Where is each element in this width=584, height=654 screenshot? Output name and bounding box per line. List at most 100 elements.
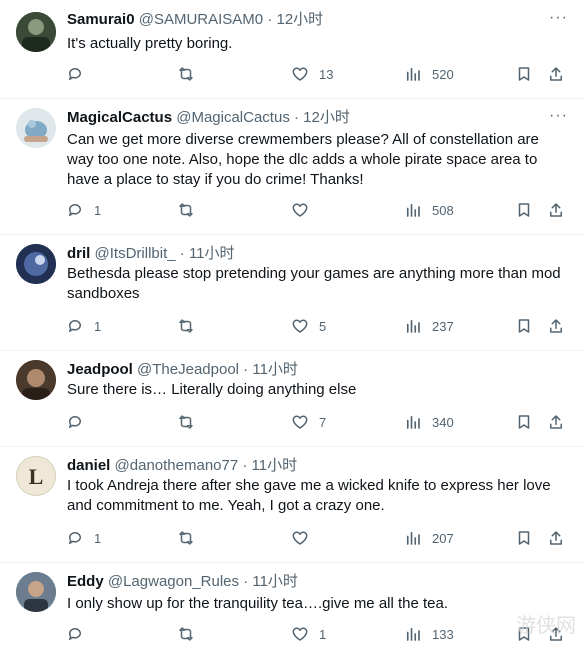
heart-icon <box>292 203 308 217</box>
tweet-text: Bethesda please stop pretending your gam… <box>67 265 561 302</box>
display-name[interactable]: dril <box>67 245 90 262</box>
views-icon <box>406 627 420 641</box>
bookmark-icon <box>518 415 530 429</box>
user-handle[interactable]: @Lagwagon_Rules <box>108 573 239 590</box>
share-button[interactable] <box>547 412 565 432</box>
reply-button[interactable] <box>66 624 94 644</box>
tweet[interactable]: Jeadpool @TheJeadpool · 11小时 Sure there … <box>0 350 584 447</box>
like-count: 1 <box>319 626 327 642</box>
user-handle[interactable]: @danothemano77 <box>115 457 239 474</box>
views-count: 237 <box>432 318 454 334</box>
retweet-button[interactable] <box>177 316 205 336</box>
timestamp[interactable]: 12小时 <box>276 11 323 28</box>
action-bar: 1 207 <box>0 528 584 548</box>
share-button[interactable] <box>547 64 565 84</box>
retweet-button[interactable] <box>177 64 205 84</box>
reply-button[interactable]: 1 <box>66 528 101 548</box>
views-button[interactable]: 237 <box>404 316 454 336</box>
action-bar: 7 340 <box>0 412 584 432</box>
tweet[interactable]: L daniel @danothemano77 · 11小时 I took An… <box>0 446 584 563</box>
timestamp[interactable]: 11小时 <box>252 457 298 474</box>
like-button[interactable]: 5 <box>291 316 326 336</box>
action-bar: 1 133 <box>0 624 584 644</box>
tweet-text: I took Andreja there after she gave me a… <box>67 477 551 514</box>
avatar[interactable] <box>16 244 56 284</box>
tweet[interactable]: MagicalCactus @MagicalCactus · 12小时 ··· … <box>0 98 584 235</box>
tweet-header: daniel @danothemano77 · 11小时 <box>67 456 297 476</box>
avatar-letter: L <box>29 464 44 489</box>
tweet-header: Eddy @Lagwagon_Rules · 11小时 <box>67 572 298 592</box>
user-handle[interactable]: @TheJeadpool <box>137 361 239 378</box>
like-button[interactable] <box>291 200 319 220</box>
views-button[interactable]: 340 <box>404 412 454 432</box>
views-button[interactable]: 520 <box>404 64 454 84</box>
retweet-button[interactable] <box>177 624 205 644</box>
avatar[interactable] <box>16 360 56 400</box>
avatar-image <box>16 360 56 400</box>
timestamp[interactable]: 11小时 <box>252 361 298 378</box>
views-icon <box>406 531 420 545</box>
like-button[interactable] <box>291 528 319 548</box>
separator: · <box>242 457 248 474</box>
share-button[interactable] <box>547 316 565 336</box>
views-count: 508 <box>432 202 454 218</box>
views-button[interactable]: 133 <box>404 624 454 644</box>
display-name[interactable]: daniel <box>67 457 110 474</box>
separator: · <box>243 573 249 590</box>
avatar[interactable] <box>16 12 56 52</box>
reply-button[interactable]: 1 <box>66 200 101 220</box>
bookmark-button[interactable] <box>515 316 533 336</box>
retweet-button[interactable] <box>177 528 205 548</box>
retweet-button[interactable] <box>177 200 205 220</box>
avatar[interactable] <box>16 108 56 148</box>
more-icon[interactable]: ··· <box>549 8 568 28</box>
reply-button[interactable] <box>66 412 94 432</box>
tweet-header: Samurai0 @SAMURAISAM0 · 12小时 <box>67 10 323 30</box>
tweet[interactable]: Eddy @Lagwagon_Rules · 11小时 I only show … <box>0 562 584 654</box>
more-icon[interactable]: ··· <box>549 106 568 126</box>
bookmark-button[interactable] <box>515 200 533 220</box>
display-name[interactable]: MagicalCactus <box>67 109 172 126</box>
user-handle[interactable]: @MagicalCactus <box>176 109 290 126</box>
views-count: 133 <box>432 626 454 642</box>
share-icon <box>550 531 562 545</box>
reply-count: 1 <box>94 202 102 218</box>
reply-button[interactable]: 1 <box>66 316 101 336</box>
timestamp[interactable]: 12小时 <box>303 109 350 126</box>
avatar[interactable] <box>16 572 56 612</box>
like-count: 7 <box>319 414 327 430</box>
display-name[interactable]: Jeadpool <box>67 361 133 378</box>
avatar-image <box>16 572 56 612</box>
retweet-button[interactable] <box>177 412 205 432</box>
share-button[interactable] <box>547 200 565 220</box>
bookmark-button[interactable] <box>515 412 533 432</box>
tweet-text: It's actually pretty boring. <box>67 35 233 52</box>
timestamp[interactable]: 11小时 <box>252 573 298 590</box>
share-icon <box>550 415 562 429</box>
share-button[interactable] <box>547 528 565 548</box>
reply-button[interactable] <box>66 64 94 84</box>
display-name[interactable]: Eddy <box>67 573 104 590</box>
user-handle[interactable]: @ItsDrillbit_ <box>95 245 176 262</box>
reply-icon <box>68 628 81 640</box>
like-button[interactable]: 13 <box>291 64 333 84</box>
tweet[interactable]: dril @ItsDrillbit_ · 11小时 Bethesda pleas… <box>0 234 584 351</box>
views-button[interactable]: 207 <box>404 528 454 548</box>
avatar[interactable]: L <box>16 456 56 496</box>
reply-icon <box>68 416 81 428</box>
tweet[interactable]: Samurai0 @SAMURAISAM0 · 12小时 ··· It's ac… <box>0 0 584 99</box>
bookmark-button[interactable] <box>515 528 533 548</box>
tweet-header: MagicalCactus @MagicalCactus · 12小时 <box>67 108 350 128</box>
retweet-icon <box>179 319 193 333</box>
bookmark-icon <box>518 67 530 81</box>
reply-icon <box>68 68 81 80</box>
user-handle[interactable]: @SAMURAISAM0 <box>139 11 263 28</box>
watermark: 游侠网 <box>516 613 576 637</box>
timestamp[interactable]: 11小时 <box>189 245 235 262</box>
bookmark-button[interactable] <box>515 64 533 84</box>
views-button[interactable]: 508 <box>404 200 454 220</box>
views-icon <box>406 203 420 217</box>
like-button[interactable]: 1 <box>291 624 326 644</box>
like-button[interactable]: 7 <box>291 412 326 432</box>
display-name[interactable]: Samurai0 <box>67 11 135 28</box>
